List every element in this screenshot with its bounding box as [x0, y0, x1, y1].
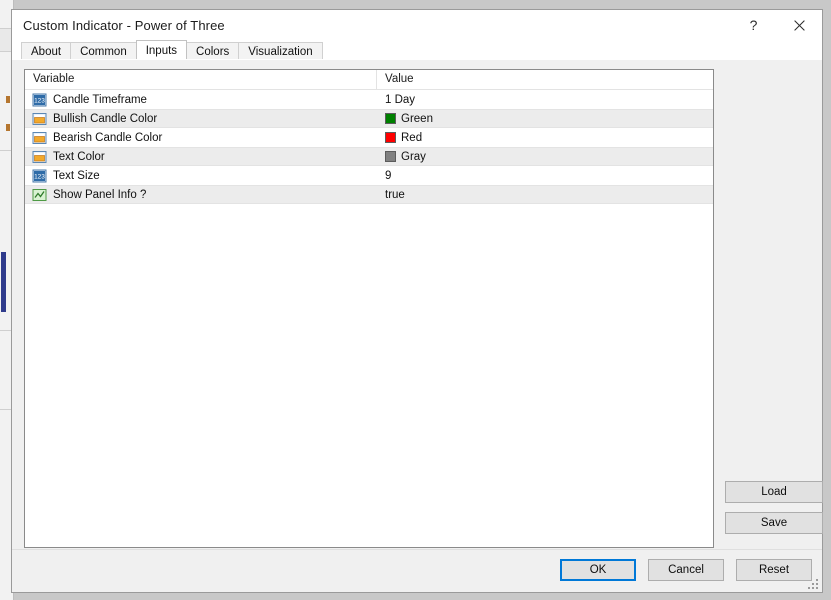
value-text: true — [385, 189, 405, 201]
value-text: Red — [401, 132, 422, 144]
table-row[interactable]: Bearish Candle Color Red — [25, 128, 713, 147]
help-button[interactable]: ? — [731, 10, 776, 40]
resize-grip-icon[interactable] — [807, 578, 819, 590]
tab-inputs[interactable]: Inputs — [136, 40, 187, 59]
question-mark-icon: ? — [750, 17, 758, 33]
tab-strip: About Common Inputs Colors Visualization — [21, 40, 322, 59]
number-input-icon: 123 — [32, 169, 47, 183]
table-row[interactable]: 123 Candle Timeframe 1 Day — [25, 90, 713, 109]
variable-name: Bullish Candle Color — [53, 113, 157, 125]
cell-variable: 123 Candle Timeframe — [25, 93, 377, 107]
svg-text:123: 123 — [34, 173, 45, 180]
table-body: 123 Candle Timeframe 1 Day — [25, 90, 713, 204]
table-row[interactable]: Text Color Gray — [25, 147, 713, 166]
color-swatch-green — [385, 113, 396, 124]
window-title: Custom Indicator - Power of Three — [23, 18, 225, 33]
color-input-icon — [32, 112, 47, 126]
column-header-variable[interactable]: Variable — [25, 70, 377, 89]
variable-name: Text Color — [53, 151, 105, 163]
inputs-tab-panel: Variable Value 123 Candle Timeframe — [12, 59, 822, 549]
cell-value[interactable]: 9 — [377, 170, 713, 182]
cell-variable: Text Color — [25, 150, 377, 164]
tab-colors[interactable]: Colors — [186, 42, 239, 59]
cell-value[interactable]: Red — [377, 132, 713, 144]
cell-value[interactable]: Green — [377, 113, 713, 125]
value-text: Gray — [401, 151, 426, 163]
table-row[interactable]: Show Panel Info ? true — [25, 185, 713, 204]
variable-name: Candle Timeframe — [53, 94, 147, 106]
load-button[interactable]: Load — [725, 481, 823, 503]
cell-variable: Show Panel Info ? — [25, 188, 377, 202]
cell-value[interactable]: true — [377, 189, 713, 201]
color-input-icon — [32, 131, 47, 145]
tab-common[interactable]: Common — [70, 42, 137, 59]
dialog-footer: OK Cancel Reset — [12, 549, 822, 592]
color-swatch-red — [385, 132, 396, 143]
number-input-icon: 123 — [32, 93, 47, 107]
table-header-row: Variable Value — [25, 70, 713, 90]
value-text: Green — [401, 113, 433, 125]
variable-name: Bearish Candle Color — [53, 132, 162, 144]
cancel-button[interactable]: Cancel — [648, 559, 724, 581]
column-header-value[interactable]: Value — [377, 70, 713, 89]
table-row[interactable]: 123 Text Size 9 — [25, 166, 713, 185]
close-icon — [794, 20, 805, 31]
title-bar-buttons: ? — [731, 10, 822, 40]
cell-value[interactable]: Gray — [377, 151, 713, 163]
variable-name: Show Panel Info ? — [53, 189, 146, 201]
save-button[interactable]: Save — [725, 512, 823, 534]
ok-button[interactable]: OK — [560, 559, 636, 581]
cell-variable: 123 Text Size — [25, 169, 377, 183]
title-bar: Custom Indicator - Power of Three ? — [12, 10, 822, 40]
cell-value[interactable]: 1 Day — [377, 94, 713, 106]
value-text: 9 — [385, 170, 391, 182]
inputs-table[interactable]: Variable Value 123 Candle Timeframe — [24, 69, 714, 548]
custom-indicator-dialog: Custom Indicator - Power of Three ? Abou… — [11, 9, 823, 593]
footer-button-group: OK Cancel Reset — [548, 559, 812, 581]
variable-name: Text Size — [53, 170, 100, 182]
cell-variable: Bearish Candle Color — [25, 131, 377, 145]
tab-visualization[interactable]: Visualization — [238, 42, 322, 59]
close-button[interactable] — [776, 10, 822, 40]
value-text: 1 Day — [385, 94, 415, 106]
tab-about[interactable]: About — [21, 42, 71, 59]
svg-text:123: 123 — [34, 97, 45, 104]
reset-button[interactable]: Reset — [736, 559, 812, 581]
color-swatch-gray — [385, 151, 396, 162]
side-button-group: Load Save — [725, 481, 823, 543]
cell-variable: Bullish Candle Color — [25, 112, 377, 126]
table-row[interactable]: Bullish Candle Color Green — [25, 109, 713, 128]
tab-strip-container: About Common Inputs Colors Visualization — [12, 40, 822, 59]
color-input-icon — [32, 150, 47, 164]
boolean-input-icon — [32, 188, 47, 202]
